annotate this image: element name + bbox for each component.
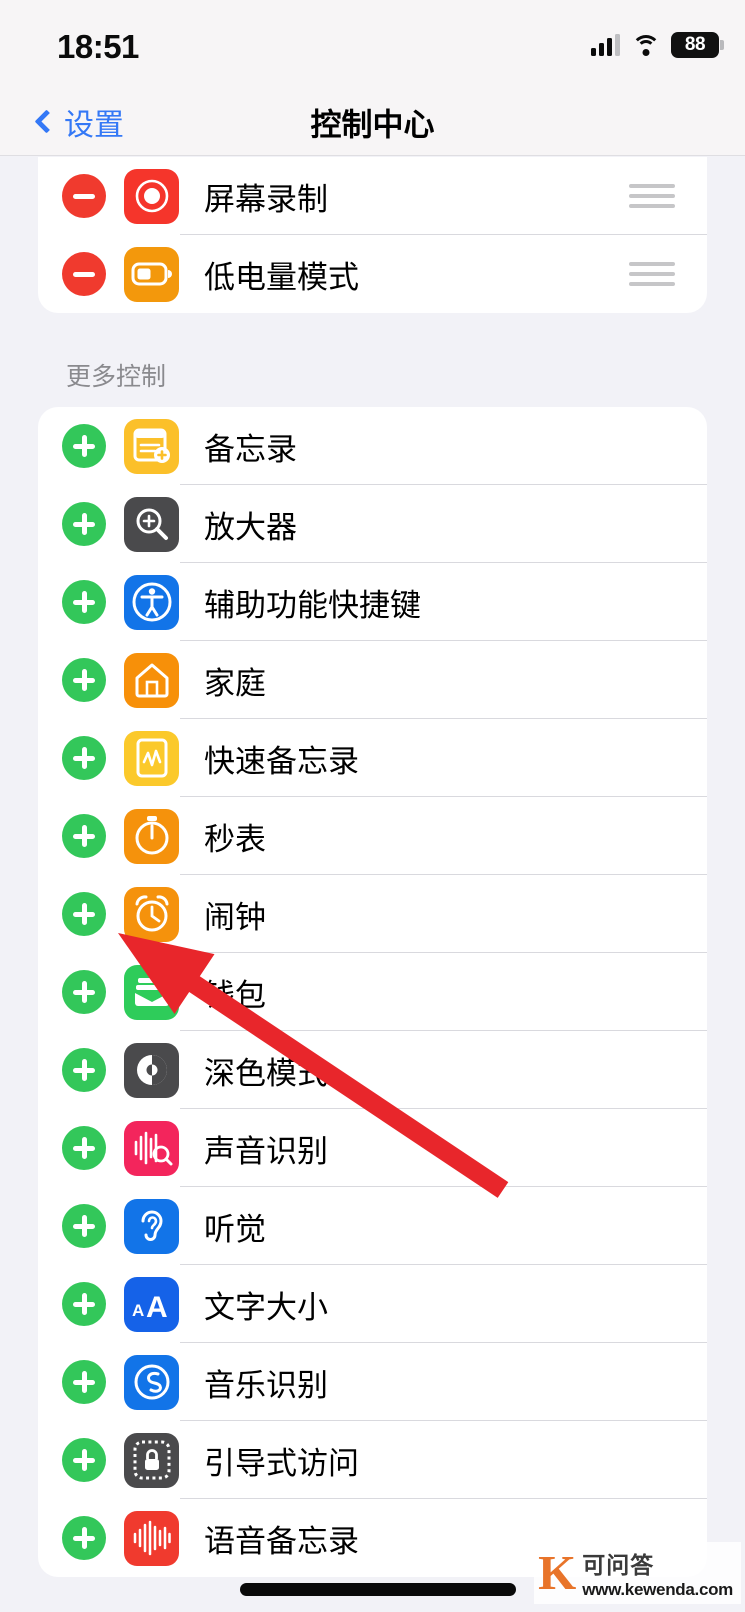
control-list-row[interactable]: 钱包 [38,953,707,1031]
add-control-button[interactable] [62,1048,106,1092]
add-control-button[interactable] [62,1282,106,1326]
control-label: 快速备忘录 [204,743,359,779]
add-control-button[interactable] [62,1126,106,1170]
control-list-row[interactable]: 秒表 [38,797,707,875]
watermark: K 可问答 www.kewenda.com [534,1542,741,1604]
status-bar-clock: 18:51 [57,28,139,65]
control-list-row[interactable]: 引导式访问 [38,1421,707,1499]
accessibility-icon [124,574,179,630]
more-controls-card: 备忘录放大器辅助功能快捷键 家庭快速备忘录秒表闹钟钱包深色模式声音识别听觉 A A 文字… [38,407,707,1577]
control-list-row[interactable]: 声音识别 [38,1109,707,1187]
control-label: 钱包 [204,977,266,1013]
home-icon [124,652,179,708]
control-list-row[interactable]: 辅助功能快捷键 [38,563,707,641]
included-controls-card: 屏幕录制 低电量模式 [38,157,707,313]
battery-level-text: 88 [684,34,706,55]
hearing-icon [124,1198,179,1254]
music-recognition-icon [124,1354,179,1410]
add-control-button[interactable] [62,1516,106,1560]
watermark-logo-letter: K [538,1545,577,1601]
more-controls-header: 更多控制 [66,363,167,391]
add-control-button[interactable] [62,970,106,1014]
settings-scroll-view[interactable]: 屏幕录制低电量模式 更多控制 备忘录放大器辅助功能快捷键 家庭快速备忘录秒表闹钟钱… [0,157,745,1612]
control-label: 辅助功能快捷键 [204,587,421,623]
add-control-button[interactable] [62,736,106,780]
control-label: 听觉 [204,1211,266,1247]
add-control-button[interactable] [62,1360,106,1404]
add-control-button[interactable] [62,424,106,468]
control-list-row[interactable]: 听觉 [38,1187,707,1265]
control-label: 文字大小 [204,1289,328,1325]
stopwatch-icon [124,808,179,864]
magnifier-icon [124,496,179,552]
voice-memos-icon [124,1510,179,1566]
reorder-drag-handle[interactable] [629,184,675,208]
control-list-row[interactable]: 家庭 [38,641,707,719]
status-bar: 18:51 88 [0,0,745,88]
watermark-url: www.kewenda.com [582,1580,733,1599]
screen-recording-icon [124,168,179,224]
control-list-row[interactable]: 音乐识别 [38,1343,707,1421]
low-power-mode-icon [124,246,179,302]
remove-control-button[interactable] [62,174,106,218]
control-list-row[interactable]: 低电量模式 [38,235,707,313]
control-label: 声音识别 [204,1133,328,1169]
control-label: 秒表 [204,821,266,857]
control-label: 音乐识别 [204,1367,328,1403]
control-label: 屏幕录制 [204,181,328,217]
add-control-button[interactable] [62,502,106,546]
control-label: 放大器 [204,509,297,545]
status-bar-indicators: 88 [591,30,724,60]
add-control-button[interactable] [62,580,106,624]
control-label: 备忘录 [204,431,297,467]
svg-text:A: A [132,1301,144,1320]
control-label: 引导式访问 [204,1445,359,1481]
control-label: 闹钟 [204,899,266,935]
wifi-icon [631,34,660,56]
battery-icon: 88 [671,32,724,58]
sound-recognition-icon [124,1120,179,1176]
page-title: 控制中心 [310,107,435,142]
wallet-icon [124,964,179,1020]
control-list-row[interactable]: 深色模式 [38,1031,707,1109]
quick-note-icon [124,730,179,786]
control-list-row[interactable]: 屏幕录制 [38,157,707,235]
reorder-drag-handle[interactable] [629,262,675,286]
control-list-row[interactable]: 放大器 [38,485,707,563]
add-control-button[interactable] [62,658,106,702]
control-list-row[interactable]: A A 文字大小 [38,1265,707,1343]
dark-mode-icon [124,1042,179,1098]
navigation-bar: 设置 控制中心 [0,88,745,156]
add-control-button[interactable] [62,814,106,858]
control-label: 家庭 [204,665,266,701]
add-control-button[interactable] [62,1438,106,1482]
cellular-signal-icon [591,34,620,56]
home-indicator [240,1583,516,1596]
control-label: 深色模式 [204,1055,328,1091]
notes-icon [124,418,179,474]
control-list-row[interactable]: 备忘录 [38,407,707,485]
control-label: 语音备忘录 [204,1523,359,1559]
watermark-site-name: 可问答 [582,1552,655,1578]
remove-control-button[interactable] [62,252,106,296]
alarm-clock-icon [124,886,179,942]
add-control-button[interactable] [62,1204,106,1248]
control-label: 低电量模式 [204,259,359,295]
control-list-row[interactable]: 快速备忘录 [38,719,707,797]
add-control-button[interactable] [62,892,106,936]
control-list-row[interactable]: 闹钟 [38,875,707,953]
text-size-icon: AA [124,1276,179,1332]
svg-text:A: A [146,1291,168,1322]
guided-access-icon [124,1432,179,1488]
